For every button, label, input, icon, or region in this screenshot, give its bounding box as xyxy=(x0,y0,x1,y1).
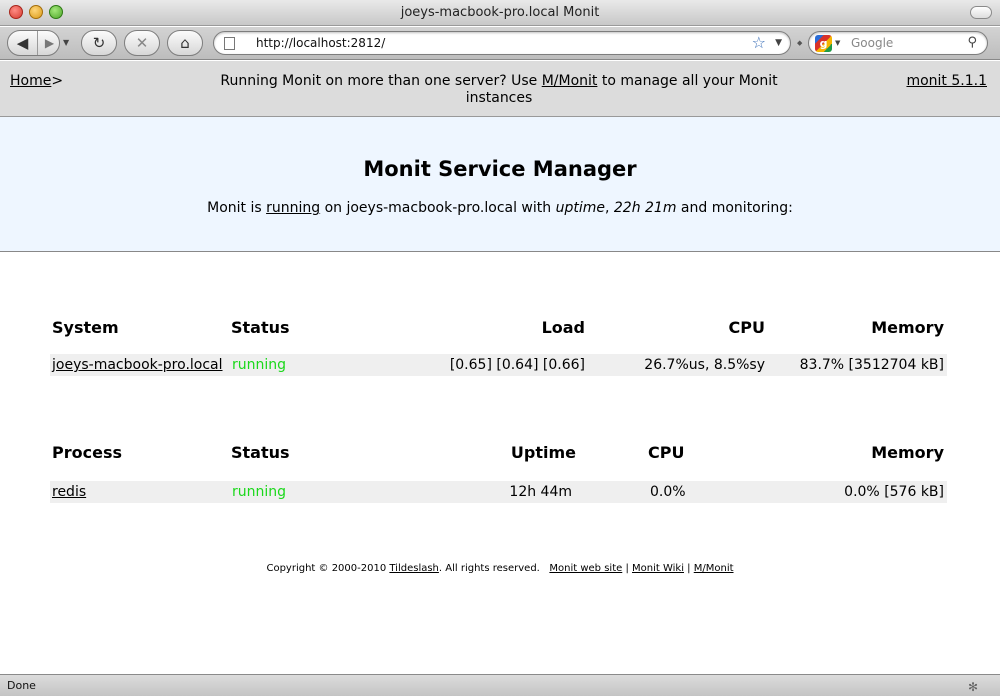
home-button[interactable]: ⌂ xyxy=(167,30,203,56)
process-uptime: 12h 44m xyxy=(509,484,572,500)
system-status: running xyxy=(232,357,287,373)
process-status: running xyxy=(232,484,287,500)
addon-icon[interactable]: ✻ xyxy=(968,677,978,696)
footer-separator: | xyxy=(684,563,694,574)
uptime-label: uptime xyxy=(555,200,605,216)
home-icon: ⌂ xyxy=(180,34,190,52)
header-load: Load xyxy=(541,318,585,337)
window-titlebar: joeys-macbook-pro.local Monit xyxy=(0,0,1000,26)
browser-statusbar: Done ✻ xyxy=(0,674,1000,696)
process-cpu: 0.0% xyxy=(650,484,686,500)
search-separator-icon: ◆ xyxy=(797,39,803,47)
status-line-comma: , xyxy=(604,200,614,216)
table-row: redis running 12h 44m 0.0% 0.0% [576 kB] xyxy=(50,481,947,503)
minimize-window-button[interactable] xyxy=(29,5,43,19)
search-input[interactable]: Google xyxy=(851,32,893,54)
copyright-text: Copyright © 2000-2010 xyxy=(266,563,390,574)
header-memory: Memory xyxy=(871,443,944,462)
toolbar-toggle-button[interactable] xyxy=(970,6,992,19)
promo-prefix: Running Monit on more than one server? U… xyxy=(220,73,542,89)
header-system: System xyxy=(52,318,119,337)
monit-version-link[interactable]: monit 5.1.1 xyxy=(906,73,987,89)
google-engine-icon[interactable]: g xyxy=(815,35,832,52)
search-bar[interactable]: g ▼ Google ⚲ xyxy=(808,31,988,55)
zoom-window-button[interactable] xyxy=(49,5,63,19)
reload-icon: ↻ xyxy=(92,34,106,52)
system-table: System Status Load CPU Memory joeys-macb… xyxy=(50,316,947,376)
table-row: joeys-macbook-pro.local running [0.65] [… xyxy=(50,354,947,376)
service-manager-banner: Monit Service Manager Monit is running o… xyxy=(0,117,1000,252)
running-link[interactable]: running xyxy=(266,200,320,216)
system-load: [0.65] [0.64] [0.66] xyxy=(449,357,585,373)
header-cpu: CPU xyxy=(728,318,765,337)
mmonit-promo-link[interactable]: M/Monit xyxy=(542,73,598,89)
status-line-host: on joeys-macbook-pro.local with xyxy=(320,200,556,216)
magnifier-icon[interactable]: ⚲ xyxy=(967,32,977,54)
back-forward-group: ◀ ▶ xyxy=(7,30,60,56)
header-status: Status xyxy=(231,318,290,337)
process-name-link[interactable]: redis xyxy=(52,484,86,500)
page-icon xyxy=(224,37,235,50)
back-arrow-icon[interactable]: ◀ xyxy=(8,31,38,55)
mmonit-promo: Running Monit on more than one server? U… xyxy=(200,73,798,107)
close-window-button[interactable] xyxy=(9,5,23,19)
tildeslash-link[interactable]: Tildeslash xyxy=(389,563,439,574)
forward-arrow-icon[interactable]: ▶ xyxy=(39,31,60,55)
status-line-suffix: and monitoring: xyxy=(676,200,793,216)
monit-header: Home> Running Monit on more than one ser… xyxy=(0,61,1000,117)
history-dropdown-icon[interactable]: ▼ xyxy=(63,38,69,47)
header-cpu: CPU xyxy=(648,443,685,462)
mmonit-footer-link[interactable]: M/Monit xyxy=(694,563,734,574)
url-dropdown-icon[interactable]: ▼ xyxy=(775,32,782,54)
page-title: Monit Service Manager xyxy=(363,157,637,181)
monit-website-link[interactable]: Monit web site xyxy=(549,563,622,574)
monit-wiki-link[interactable]: Monit Wiki xyxy=(632,563,684,574)
stop-icon: ✕ xyxy=(135,34,149,52)
window-title: joeys-macbook-pro.local Monit xyxy=(400,5,600,20)
system-memory: 83.7% [3512704 kB] xyxy=(799,357,944,373)
process-memory: 0.0% [576 kB] xyxy=(844,484,944,500)
address-bar[interactable]: http://localhost:2812/ ☆ ▼ xyxy=(213,31,791,55)
rights-text: . All rights reserved. xyxy=(438,563,540,574)
stop-button[interactable]: ✕ xyxy=(124,30,160,56)
header-uptime: Uptime xyxy=(510,443,576,462)
bookmark-star-icon[interactable]: ☆ xyxy=(752,32,766,54)
breadcrumb: Home> xyxy=(10,73,63,89)
system-name-link[interactable]: joeys-macbook-pro.local xyxy=(52,357,223,373)
status-text: Done xyxy=(7,679,36,692)
status-line-prefix: Monit is xyxy=(207,200,267,216)
engine-dropdown-icon[interactable]: ▼ xyxy=(835,32,840,54)
breadcrumb-separator: > xyxy=(51,73,64,89)
header-status: Status xyxy=(231,443,290,462)
url-text[interactable]: http://localhost:2812/ xyxy=(256,32,385,54)
home-link[interactable]: Home xyxy=(10,73,51,89)
footer-separator: | xyxy=(622,563,633,574)
monit-status-line: Monit is running on joeys-macbook-pro.lo… xyxy=(0,200,1000,216)
process-table: Process Status Uptime CPU Memory redis r… xyxy=(50,441,947,503)
uptime-value: 22h 21m xyxy=(613,200,677,216)
system-cpu: 26.7%us, 8.5%sy xyxy=(644,357,765,373)
process-table-header: Process Status Uptime CPU Memory xyxy=(50,441,947,465)
system-table-header: System Status Load CPU Memory xyxy=(50,316,947,340)
header-memory: Memory xyxy=(871,318,944,337)
header-process: Process xyxy=(52,443,122,462)
page-footer: Copyright © 2000-2010 Tildeslash. All ri… xyxy=(0,563,1000,574)
browser-toolbar: ◀ ▶ ▼ ↻ ✕ ⌂ http://localhost:2812/ ☆ ▼ ◆… xyxy=(0,27,1000,60)
reload-button[interactable]: ↻ xyxy=(81,30,117,56)
